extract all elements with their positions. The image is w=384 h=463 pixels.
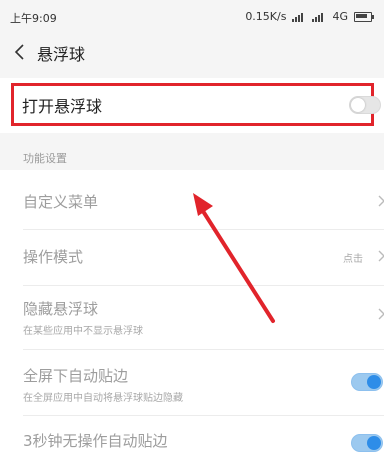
network-type: 4G [332, 10, 348, 23]
item-operation-mode[interactable]: 操作模式 [23, 246, 83, 267]
chevron-right-icon [378, 250, 384, 262]
toggle-knob [367, 436, 381, 450]
item-fullscreen-snap-subtitle: 在全屏应用中自动将悬浮球贴边隐藏 [23, 393, 183, 404]
network-speed: 0.15K/s [245, 10, 287, 23]
operation-mode-value: 点击 [343, 254, 363, 265]
status-right: 0.15K/s 4G [245, 10, 374, 23]
app-header: 悬浮球 [0, 30, 384, 75]
divider [23, 229, 384, 230]
back-icon[interactable] [14, 44, 26, 60]
wifi-signal-icon [292, 12, 306, 22]
toggle-knob [351, 98, 365, 112]
status-bar: 上午9:09 0.15K/s 4G [0, 0, 384, 30]
item-custom-menu[interactable]: 自定义菜单 [23, 191, 98, 212]
cellular-signal-icon [312, 12, 326, 22]
chevron-right-icon [378, 308, 384, 320]
battery-icon [354, 11, 374, 22]
chevron-right-icon [378, 195, 384, 207]
divider [23, 349, 384, 350]
item-hide-ball[interactable]: 隐藏悬浮球 [23, 298, 98, 319]
divider [23, 415, 384, 416]
item-hide-ball-subtitle: 在某些应用中不显示悬浮球 [23, 326, 143, 337]
main-toggle-label: 打开悬浮球 [22, 97, 103, 116]
page-title: 悬浮球 [37, 45, 86, 64]
fullscreen-snap-toggle[interactable] [351, 373, 383, 391]
toggle-knob [367, 375, 381, 389]
section-title: 功能设置 [23, 152, 67, 165]
item-fullscreen-snap: 全屏下自动贴边 [23, 367, 129, 385]
item-idle-snap: 3秒钟无操作自动贴边 [23, 432, 168, 450]
divider [23, 285, 384, 286]
idle-snap-toggle[interactable] [351, 434, 383, 452]
status-time: 上午9:09 [10, 12, 57, 25]
main-toggle-switch[interactable] [349, 96, 381, 114]
